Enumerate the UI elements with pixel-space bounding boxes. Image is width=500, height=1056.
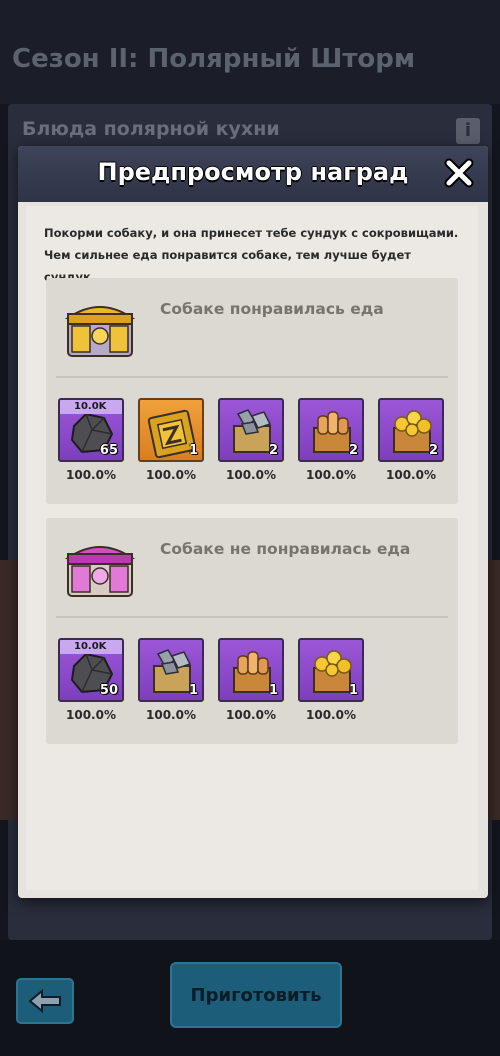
reward-tile: 2 <box>378 398 444 462</box>
reward-count: 2 <box>348 443 358 458</box>
reward-chance: 100.0% <box>66 468 116 482</box>
season-title: Сезон II: Полярный Шторм <box>12 44 416 74</box>
reward-count: 1 <box>268 683 278 698</box>
reward-chance: 100.0% <box>306 708 356 722</box>
section-liked: Собаке понравилась еда 10.0K 65 100.0% 1… <box>46 278 458 504</box>
reward-chance: 100.0% <box>226 468 276 482</box>
reward-tile: 1 <box>138 638 204 702</box>
reward-count: 1 <box>188 683 198 698</box>
close-icon <box>444 158 474 188</box>
section-disliked: Собаке не понравилась еда 10.0K 50 100.0… <box>46 518 458 744</box>
reward-item[interactable]: 1 100.0% <box>138 398 204 488</box>
reward-tile: 2 <box>218 398 284 462</box>
reward-item[interactable]: 1 100.0% <box>218 638 284 728</box>
reward-item[interactable]: 2 100.0% <box>218 398 284 488</box>
reward-tile: 1 <box>138 398 204 462</box>
reward-chance: 100.0% <box>146 708 196 722</box>
reward-item[interactable]: 1 100.0% <box>138 638 204 728</box>
reward-item[interactable]: 2 100.0% <box>378 398 444 488</box>
reward-tile: 1 <box>298 638 364 702</box>
section-subtitle: Блюда полярной кухни <box>22 118 280 140</box>
reward-chance: 100.0% <box>386 468 436 482</box>
reward-count: 50 <box>99 683 118 698</box>
pink-chest-icon <box>62 532 138 602</box>
reward-chance: 100.0% <box>306 468 356 482</box>
rewards-preview-modal: Предпросмотр наград Покорми собаку, и он… <box>18 146 488 898</box>
reward-tile: 10.0K 65 <box>58 398 124 462</box>
back-button[interactable] <box>16 978 74 1024</box>
divider <box>56 616 448 618</box>
reward-count: 2 <box>268 443 278 458</box>
gold-chest-icon <box>62 292 138 362</box>
modal-body: Покорми собаку, и она принесет тебе сунд… <box>26 206 478 890</box>
section-title: Собаке понравилась еда <box>160 300 384 318</box>
reward-chance: 100.0% <box>66 708 116 722</box>
reward-chance: 100.0% <box>226 708 276 722</box>
reward-tile: 1 <box>218 638 284 702</box>
back-arrow-icon <box>28 989 61 1013</box>
divider <box>56 376 448 378</box>
reward-count: 2 <box>428 443 438 458</box>
amount-badge: 10.0K <box>60 400 122 414</box>
reward-item[interactable]: 10.0K 65 100.0% <box>58 398 124 488</box>
modal-title: Предпросмотр наград <box>97 158 409 186</box>
amount-badge: 10.0K <box>60 640 122 654</box>
info-icon[interactable]: i <box>456 118 480 144</box>
modal-header: Предпросмотр наград <box>18 146 488 202</box>
reward-item[interactable]: 10.0K 50 100.0% <box>58 638 124 728</box>
reward-chance: 100.0% <box>146 468 196 482</box>
reward-count: 65 <box>99 443 118 458</box>
section-title: Собаке не понравилась еда <box>160 540 411 558</box>
reward-tile: 10.0K 50 <box>58 638 124 702</box>
reward-list: 10.0K 65 100.0% 1 100.0% 2 100.0% 2 100.… <box>58 398 450 488</box>
close-button[interactable] <box>442 156 476 190</box>
reward-count: 1 <box>348 683 358 698</box>
reward-count: 1 <box>188 443 198 458</box>
description-line-1: Покорми собаку, и она принесет тебе сунд… <box>44 226 459 240</box>
reward-list: 10.0K 50 100.0% 1 100.0% 1 100.0% 1 100.… <box>58 638 450 728</box>
reward-item[interactable]: 2 100.0% <box>298 398 364 488</box>
reward-tile: 2 <box>298 398 364 462</box>
reward-item[interactable]: 1 100.0% <box>298 638 364 728</box>
cook-button[interactable]: Приготовить <box>170 962 342 1028</box>
